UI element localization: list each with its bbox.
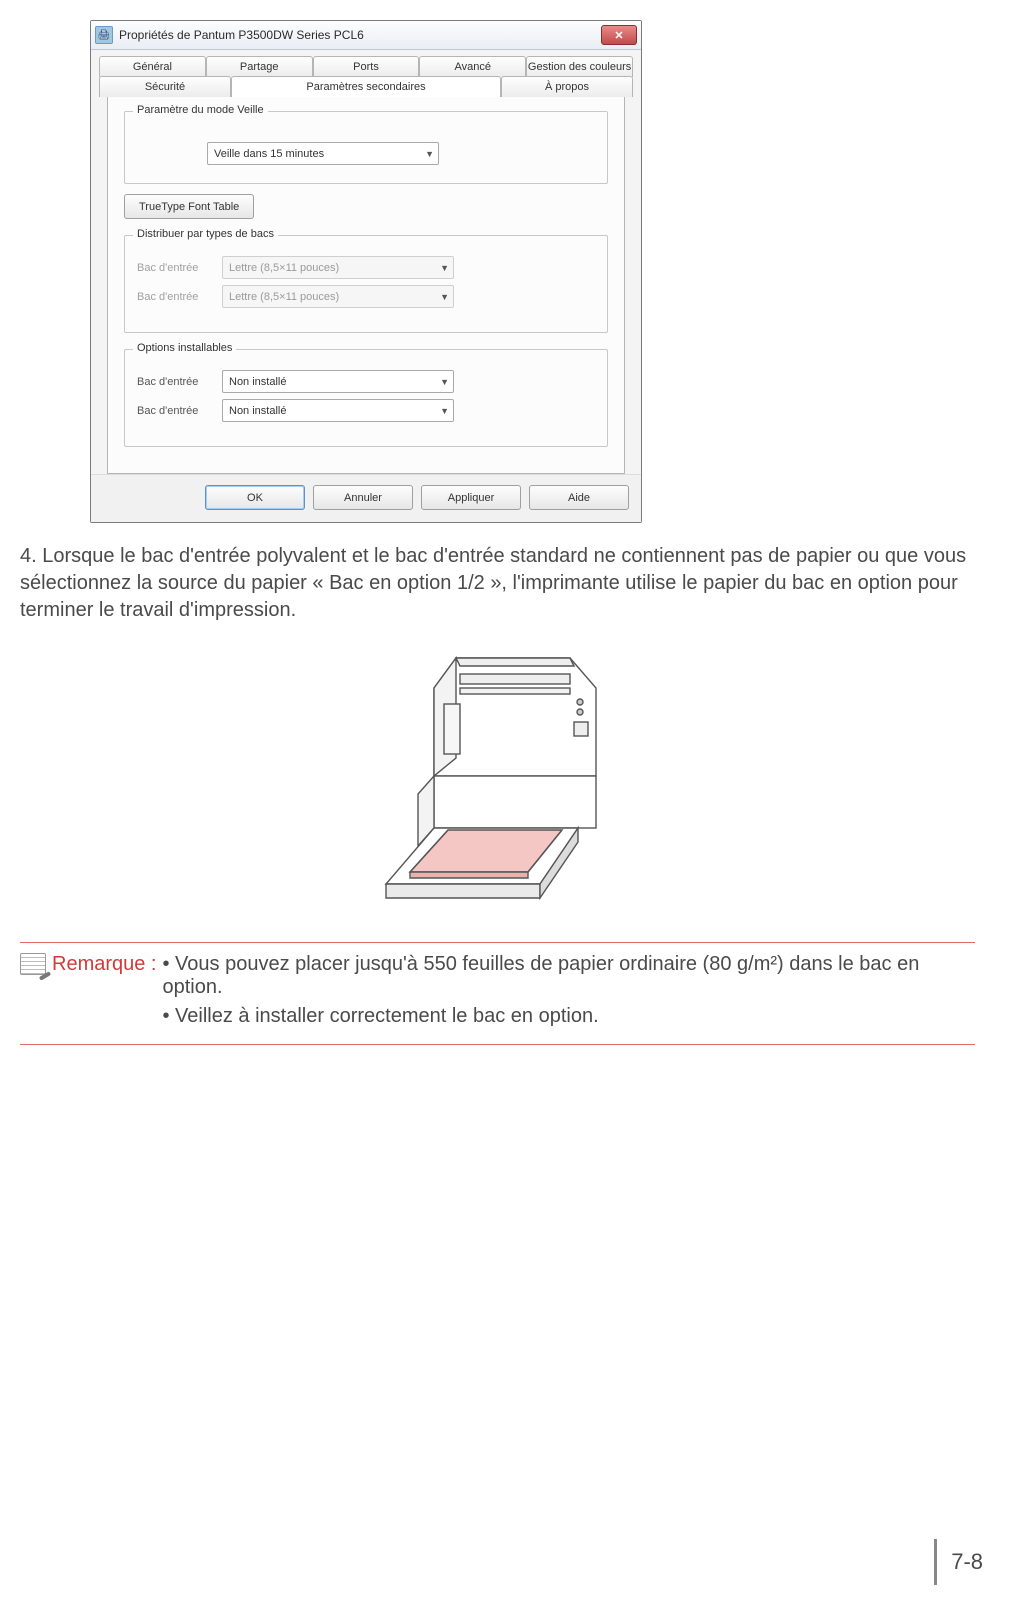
note-box: Remarque : • Vous pouvez placer jusqu'à … xyxy=(20,942,975,1045)
tray-row1-select: Lettre (8,5×11 pouces) ▼ xyxy=(222,256,454,279)
option-row2-select[interactable]: Non installé ▼ xyxy=(222,399,454,422)
tab-advanced[interactable]: Avancé xyxy=(419,56,526,77)
tab-panel: Paramètre du mode Veille Veille dans 15 … xyxy=(107,97,625,474)
group-tray-legend: Distribuer par types de bacs xyxy=(133,228,278,240)
group-options-legend: Options installables xyxy=(133,342,236,354)
group-installable-options: Options installables Bac d'entrée Non in… xyxy=(124,349,608,447)
chevron-down-icon: ▼ xyxy=(440,263,449,273)
instruction-paragraph: 4. Lorsque le bac d'entrée polyvalent et… xyxy=(20,543,975,624)
dialog-title: Propriétés de Pantum P3500DW Series PCL6 xyxy=(119,28,364,42)
help-button[interactable]: Aide xyxy=(529,485,629,510)
option-row1-value: Non installé xyxy=(229,376,286,388)
tray-row2-select: Lettre (8,5×11 pouces) ▼ xyxy=(222,285,454,308)
tray-row1-label: Bac d'entrée xyxy=(137,262,222,274)
tabs-container: Général Partage Ports Avancé Gestion des… xyxy=(91,50,641,474)
group-sleep-legend: Paramètre du mode Veille xyxy=(133,104,268,116)
printer-icon: 🖨 xyxy=(95,26,113,44)
tab-secondary-settings[interactable]: Paramètres secondaires xyxy=(231,76,501,97)
cancel-button[interactable]: Annuler xyxy=(313,485,413,510)
tab-about[interactable]: À propos xyxy=(501,76,633,97)
group-tray-distribution: Distribuer par types de bacs Bac d'entré… xyxy=(124,235,608,333)
tab-color-management[interactable]: Gestion des couleurs xyxy=(526,56,633,77)
option-row1-label: Bac d'entrée xyxy=(137,376,222,388)
group-sleep-mode: Paramètre du mode Veille Veille dans 15 … xyxy=(124,111,608,184)
note-bullet-2: • Veillez à installer correctement le ba… xyxy=(163,1005,976,1028)
option-row2-value: Non installé xyxy=(229,405,286,417)
tab-sharing[interactable]: Partage xyxy=(206,56,313,77)
chevron-down-icon: ▼ xyxy=(440,377,449,387)
chevron-down-icon: ▼ xyxy=(440,292,449,302)
note-bullet-1: • Vous pouvez placer jusqu'à 550 feuille… xyxy=(163,953,976,999)
page-number: 7-8 xyxy=(934,1539,983,1585)
dialog-footer: OK Annuler Appliquer Aide xyxy=(91,474,641,522)
chevron-down-icon: ▼ xyxy=(440,406,449,416)
option-row2-label: Bac d'entrée xyxy=(137,405,222,417)
tab-security[interactable]: Sécurité xyxy=(99,76,231,97)
sleep-mode-select[interactable]: Veille dans 15 minutes ▼ xyxy=(207,142,439,165)
note-body: • Vous pouvez placer jusqu'à 550 feuille… xyxy=(163,953,976,1034)
properties-dialog: 🖨 Propriétés de Pantum P3500DW Series PC… xyxy=(90,20,642,523)
tab-ports[interactable]: Ports xyxy=(313,56,420,77)
sleep-mode-value: Veille dans 15 minutes xyxy=(214,148,324,160)
tray-row2-label: Bac d'entrée xyxy=(137,291,222,303)
note-label: Remarque : xyxy=(52,953,157,976)
truetype-font-table-button[interactable]: TrueType Font Table xyxy=(124,194,254,219)
apply-button[interactable]: Appliquer xyxy=(421,485,521,510)
tray-row1-value: Lettre (8,5×11 pouces) xyxy=(229,262,339,274)
dialog-titlebar: 🖨 Propriétés de Pantum P3500DW Series PC… xyxy=(91,21,641,50)
note-icon xyxy=(20,953,46,975)
chevron-down-icon: ▼ xyxy=(425,149,434,159)
ok-button[interactable]: OK xyxy=(205,485,305,510)
printer-illustration xyxy=(20,648,975,908)
option-row1-select[interactable]: Non installé ▼ xyxy=(222,370,454,393)
close-button[interactable]: ✕ xyxy=(601,25,637,45)
tab-general[interactable]: Général xyxy=(99,56,206,77)
tray-row2-value: Lettre (8,5×11 pouces) xyxy=(229,291,339,303)
